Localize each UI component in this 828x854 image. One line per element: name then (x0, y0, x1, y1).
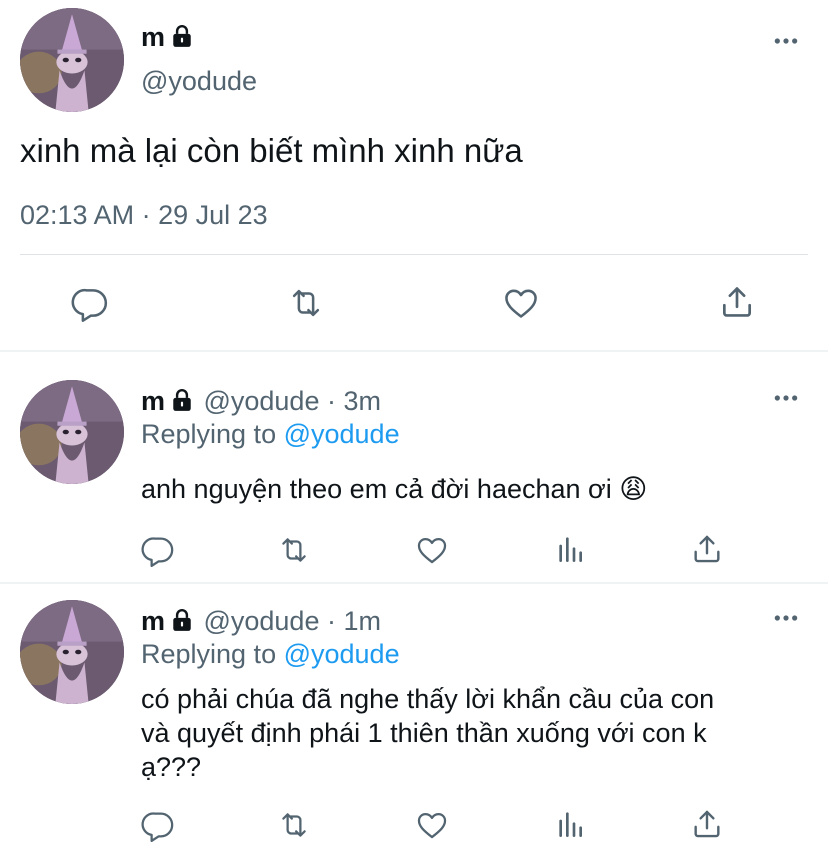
replying-to-handle[interactable]: @yodude (284, 639, 400, 669)
replying-to: Replying to @yodude (141, 419, 400, 450)
reply-time[interactable]: · 3m (319, 386, 381, 416)
more-icon[interactable] (773, 393, 799, 403)
share-icon[interactable] (690, 806, 724, 842)
avatar[interactable] (20, 380, 124, 484)
like-icon[interactable] (414, 533, 450, 567)
divider (0, 582, 828, 584)
author-handle[interactable]: @yodude (203, 606, 319, 636)
author-handle[interactable]: @yodude (203, 386, 319, 416)
share-icon[interactable] (690, 531, 724, 567)
tweet-timestamp[interactable]: 02:13 AM · 29 Jul 23 (20, 200, 268, 231)
more-icon[interactable] (773, 36, 799, 46)
avatar[interactable] (20, 8, 124, 112)
replying-to: Replying to @yodude (141, 639, 400, 670)
views-icon[interactable] (554, 533, 586, 567)
reply-icon[interactable] (141, 808, 175, 842)
author-name[interactable]: m (141, 22, 165, 52)
author-name[interactable]: m (141, 606, 165, 636)
retweet-icon[interactable] (286, 284, 326, 322)
lock-icon (171, 608, 193, 637)
reply-text-line: có phải chúa đã nghe thấy lời khẩn cầu c… (141, 684, 715, 714)
divider (20, 254, 808, 255)
lock-icon (171, 24, 193, 53)
reply-icon[interactable] (71, 284, 109, 322)
replying-to-handle[interactable]: @yodude (284, 419, 400, 449)
reply-text-line: và quyết định phái 1 thiên thần xuống vớ… (141, 718, 707, 748)
retweet-icon[interactable] (276, 533, 312, 567)
author-name-row: m (141, 22, 193, 52)
share-icon[interactable] (718, 282, 756, 322)
reply-time[interactable]: · 1m (319, 606, 381, 636)
like-icon[interactable] (414, 808, 450, 842)
like-icon[interactable] (501, 284, 541, 322)
avatar[interactable] (20, 600, 124, 704)
author-handle[interactable]: @yodude (141, 66, 257, 97)
reply-header: m @yodude · 3m (141, 386, 381, 417)
lock-icon (171, 388, 193, 417)
divider (0, 350, 828, 352)
reply-icon[interactable] (141, 533, 175, 567)
author-name[interactable]: m (141, 386, 165, 416)
reply-text-line: ạ??? (141, 752, 202, 782)
tweet-text: xinh mà lại còn biết mình xinh nữa (20, 132, 523, 169)
retweet-icon[interactable] (276, 808, 312, 842)
replying-to-label: Replying to (141, 639, 284, 669)
views-icon[interactable] (554, 808, 586, 842)
reply-header: m @yodude · 1m (141, 606, 381, 637)
replying-to-label: Replying to (141, 419, 284, 449)
more-icon[interactable] (773, 613, 799, 623)
reply-text: anh nguyện theo em cả đời haechan ơi 😩 (141, 474, 648, 504)
